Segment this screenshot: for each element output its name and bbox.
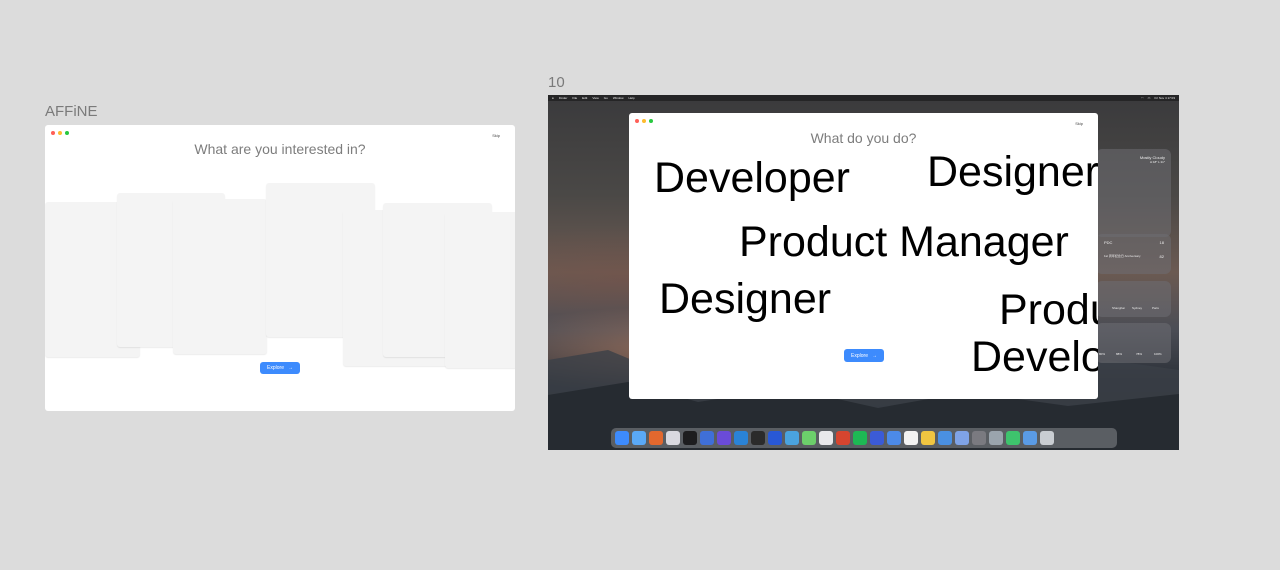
minimize-window-button[interactable] xyxy=(642,119,646,123)
desktop-screenshot: ● Finder File Edit View Go Window Help ◠… xyxy=(548,95,1179,450)
system-settings-icon[interactable] xyxy=(972,431,986,445)
trash-icon[interactable] xyxy=(1040,431,1054,445)
stock-ticker: PDC xyxy=(1104,240,1113,245)
wifi-icon[interactable]: ◠ xyxy=(1141,95,1144,101)
role-option-product-manager[interactable]: Product Manager xyxy=(999,289,1098,332)
close-window-button[interactable] xyxy=(51,131,55,135)
spotify-icon[interactable] xyxy=(853,431,867,445)
arrow-right-icon: → xyxy=(871,352,877,359)
window-controls xyxy=(51,131,69,135)
maximize-window-button[interactable] xyxy=(65,131,69,135)
wechat-icon[interactable] xyxy=(1006,431,1020,445)
notes-icon[interactable] xyxy=(921,431,935,445)
frame-label-10: 10 xyxy=(548,74,565,91)
role-option-designer[interactable]: Designer xyxy=(659,278,831,321)
menu-item-go[interactable]: Go xyxy=(604,95,608,101)
role-onboarding-window: Skip What do you do? Developer Designer … xyxy=(629,113,1098,399)
clock-paris: Paris xyxy=(1152,306,1159,310)
app-icon[interactable] xyxy=(870,431,884,445)
role-option-developer[interactable]: Developer xyxy=(654,157,850,200)
page-title: What do you do? xyxy=(810,130,917,146)
battery-widget[interactable]: 80% 88% 78% 100% xyxy=(1096,323,1171,363)
weather-widget[interactable]: Mostly Cloudy H:18° L:11° xyxy=(1096,149,1171,237)
app-icon[interactable] xyxy=(768,431,782,445)
app-icon[interactable] xyxy=(938,431,952,445)
menu-item-help[interactable]: Help xyxy=(628,95,634,101)
world-clock-widget[interactable]: Shanghai Sydney Paris xyxy=(1096,281,1171,317)
battery-level-4: 100% xyxy=(1154,352,1162,356)
messages-icon[interactable] xyxy=(802,431,816,445)
menu-item-window[interactable]: Window xyxy=(613,95,624,101)
menu-bar: ● Finder File Edit View Go Window Help ◠… xyxy=(548,95,1179,101)
app-icon[interactable] xyxy=(700,431,714,445)
affine-onboarding-window: Skip What are you interested in? Explore… xyxy=(45,125,515,411)
vscode-icon[interactable] xyxy=(734,431,748,445)
window-controls xyxy=(635,119,653,123)
battery-icon[interactable]: ▭ xyxy=(1148,95,1151,101)
explore-label: Explore xyxy=(267,365,284,371)
frame-label-affine: AFFiNE xyxy=(45,103,98,120)
app-icon[interactable] xyxy=(717,431,731,445)
minimize-window-button[interactable] xyxy=(58,131,62,135)
close-window-button[interactable] xyxy=(635,119,639,123)
explore-button[interactable]: Explore → xyxy=(844,349,884,362)
figma-icon[interactable] xyxy=(751,431,765,445)
event-title: 1st 周年纪念日 Anniversary xyxy=(1104,254,1141,258)
role-option-product-manager[interactable]: Product Manager xyxy=(739,221,1069,264)
arrow-right-icon: → xyxy=(287,365,293,371)
app-icon[interactable] xyxy=(887,431,901,445)
role-option-designer[interactable]: Designer xyxy=(927,151,1098,194)
menu-item-view[interactable]: View xyxy=(592,95,598,101)
page-title: What are you interested in? xyxy=(194,141,366,157)
app-icon[interactable] xyxy=(666,431,680,445)
explore-label: Explore xyxy=(851,352,868,359)
dock xyxy=(611,428,1117,448)
app-icon[interactable] xyxy=(955,431,969,445)
explore-button[interactable]: Explore → xyxy=(260,362,300,374)
clock-sydney: Sydney xyxy=(1132,306,1143,310)
role-option-developer[interactable]: Developer xyxy=(971,336,1098,379)
event-value: 82 xyxy=(1159,254,1164,259)
app-icon[interactable] xyxy=(649,431,663,445)
downloads-folder-icon[interactable] xyxy=(1023,431,1037,445)
clock-shanghai: Shanghai xyxy=(1112,306,1125,310)
interest-card[interactable] xyxy=(445,212,515,368)
menu-item-finder[interactable]: Finder xyxy=(559,95,568,101)
mail-icon[interactable] xyxy=(632,431,646,445)
maximize-window-button[interactable] xyxy=(649,119,653,123)
interest-card[interactable] xyxy=(173,199,267,354)
stocks-widget[interactable]: PDC 18 1st 周年纪念日 Anniversary 82 xyxy=(1096,234,1171,274)
terminal-icon[interactable] xyxy=(683,431,697,445)
menu-item-edit[interactable]: Edit xyxy=(582,95,587,101)
stock-value: 18 xyxy=(1159,240,1164,245)
battery-level-3: 78% xyxy=(1136,352,1143,356)
menubar-clock[interactable]: Fri Nov 4 17:03 xyxy=(1154,95,1175,101)
telegram-icon[interactable] xyxy=(785,431,799,445)
battery-level-1: 80% xyxy=(1099,352,1106,356)
slack-icon[interactable] xyxy=(819,431,833,445)
app-icon[interactable] xyxy=(836,431,850,445)
menu-item-file[interactable]: File xyxy=(572,95,577,101)
notion-icon[interactable] xyxy=(904,431,918,445)
skip-button[interactable]: Skip xyxy=(492,133,500,138)
apple-icon[interactable]: ● xyxy=(552,95,554,101)
skip-button[interactable]: Skip xyxy=(1075,121,1083,126)
weather-range: H:18° L:11° xyxy=(1149,160,1165,164)
finder-icon[interactable] xyxy=(615,431,629,445)
app-icon[interactable] xyxy=(989,431,1003,445)
battery-level-2: 88% xyxy=(1116,352,1123,356)
